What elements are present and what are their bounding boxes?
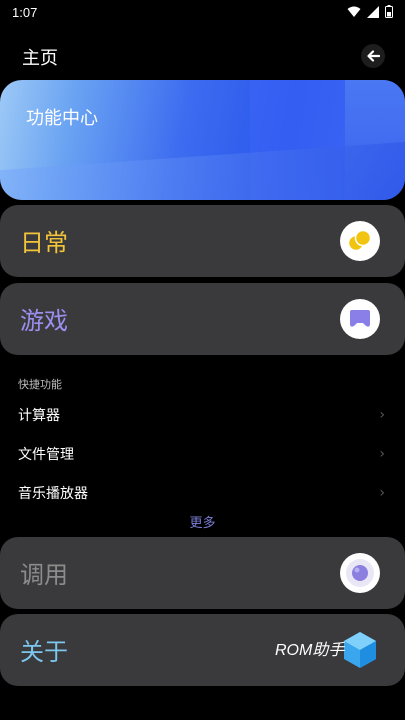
card-invoke[interactable]: 调用 xyxy=(0,537,405,609)
page-title: 主页 xyxy=(22,48,58,69)
watermark-text: ROM助手 xyxy=(275,642,345,659)
arrow-left-icon xyxy=(366,50,380,62)
card-daily[interactable]: 日常 xyxy=(0,205,405,277)
orb-icon xyxy=(340,553,380,593)
cube-icon xyxy=(340,630,380,670)
card-label: 游戏 xyxy=(20,307,68,335)
status-time: 1:07 xyxy=(12,5,38,20)
banner-decoration xyxy=(0,141,405,200)
quick-item-label: 文件管理 xyxy=(18,447,74,463)
quick-item-music-player[interactable]: 音乐播放器 › xyxy=(0,475,405,511)
coins-icon xyxy=(340,221,380,261)
gamepad-icon xyxy=(340,299,380,339)
status-bar: 1:07 xyxy=(0,0,405,26)
quick-item-calculator[interactable]: 计算器 › xyxy=(0,397,405,433)
quick-item-label: 计算器 xyxy=(18,408,60,424)
quick-functions-title: 快捷功能 xyxy=(18,378,62,391)
status-icons xyxy=(347,5,393,18)
signal-icon xyxy=(367,5,379,18)
app-header: 主页 xyxy=(0,38,405,74)
quick-item-label: 音乐播放器 xyxy=(18,486,88,502)
banner-label: 功能中心 xyxy=(26,108,98,129)
quick-item-file-manager[interactable]: 文件管理 › xyxy=(0,436,405,472)
card-label: 日常 xyxy=(20,229,68,257)
chevron-right-icon: › xyxy=(379,407,385,423)
battery-icon xyxy=(385,5,393,18)
chevron-right-icon: › xyxy=(379,485,385,501)
chevron-right-icon: › xyxy=(379,446,385,462)
wifi-icon xyxy=(347,6,361,17)
card-games[interactable]: 游戏 xyxy=(0,283,405,355)
card-label: 关于 xyxy=(20,638,68,666)
card-label: 调用 xyxy=(20,561,68,589)
more-link[interactable]: 更多 xyxy=(0,512,405,531)
back-button[interactable] xyxy=(361,44,385,68)
function-center-banner[interactable]: 功能中心 xyxy=(0,80,405,200)
